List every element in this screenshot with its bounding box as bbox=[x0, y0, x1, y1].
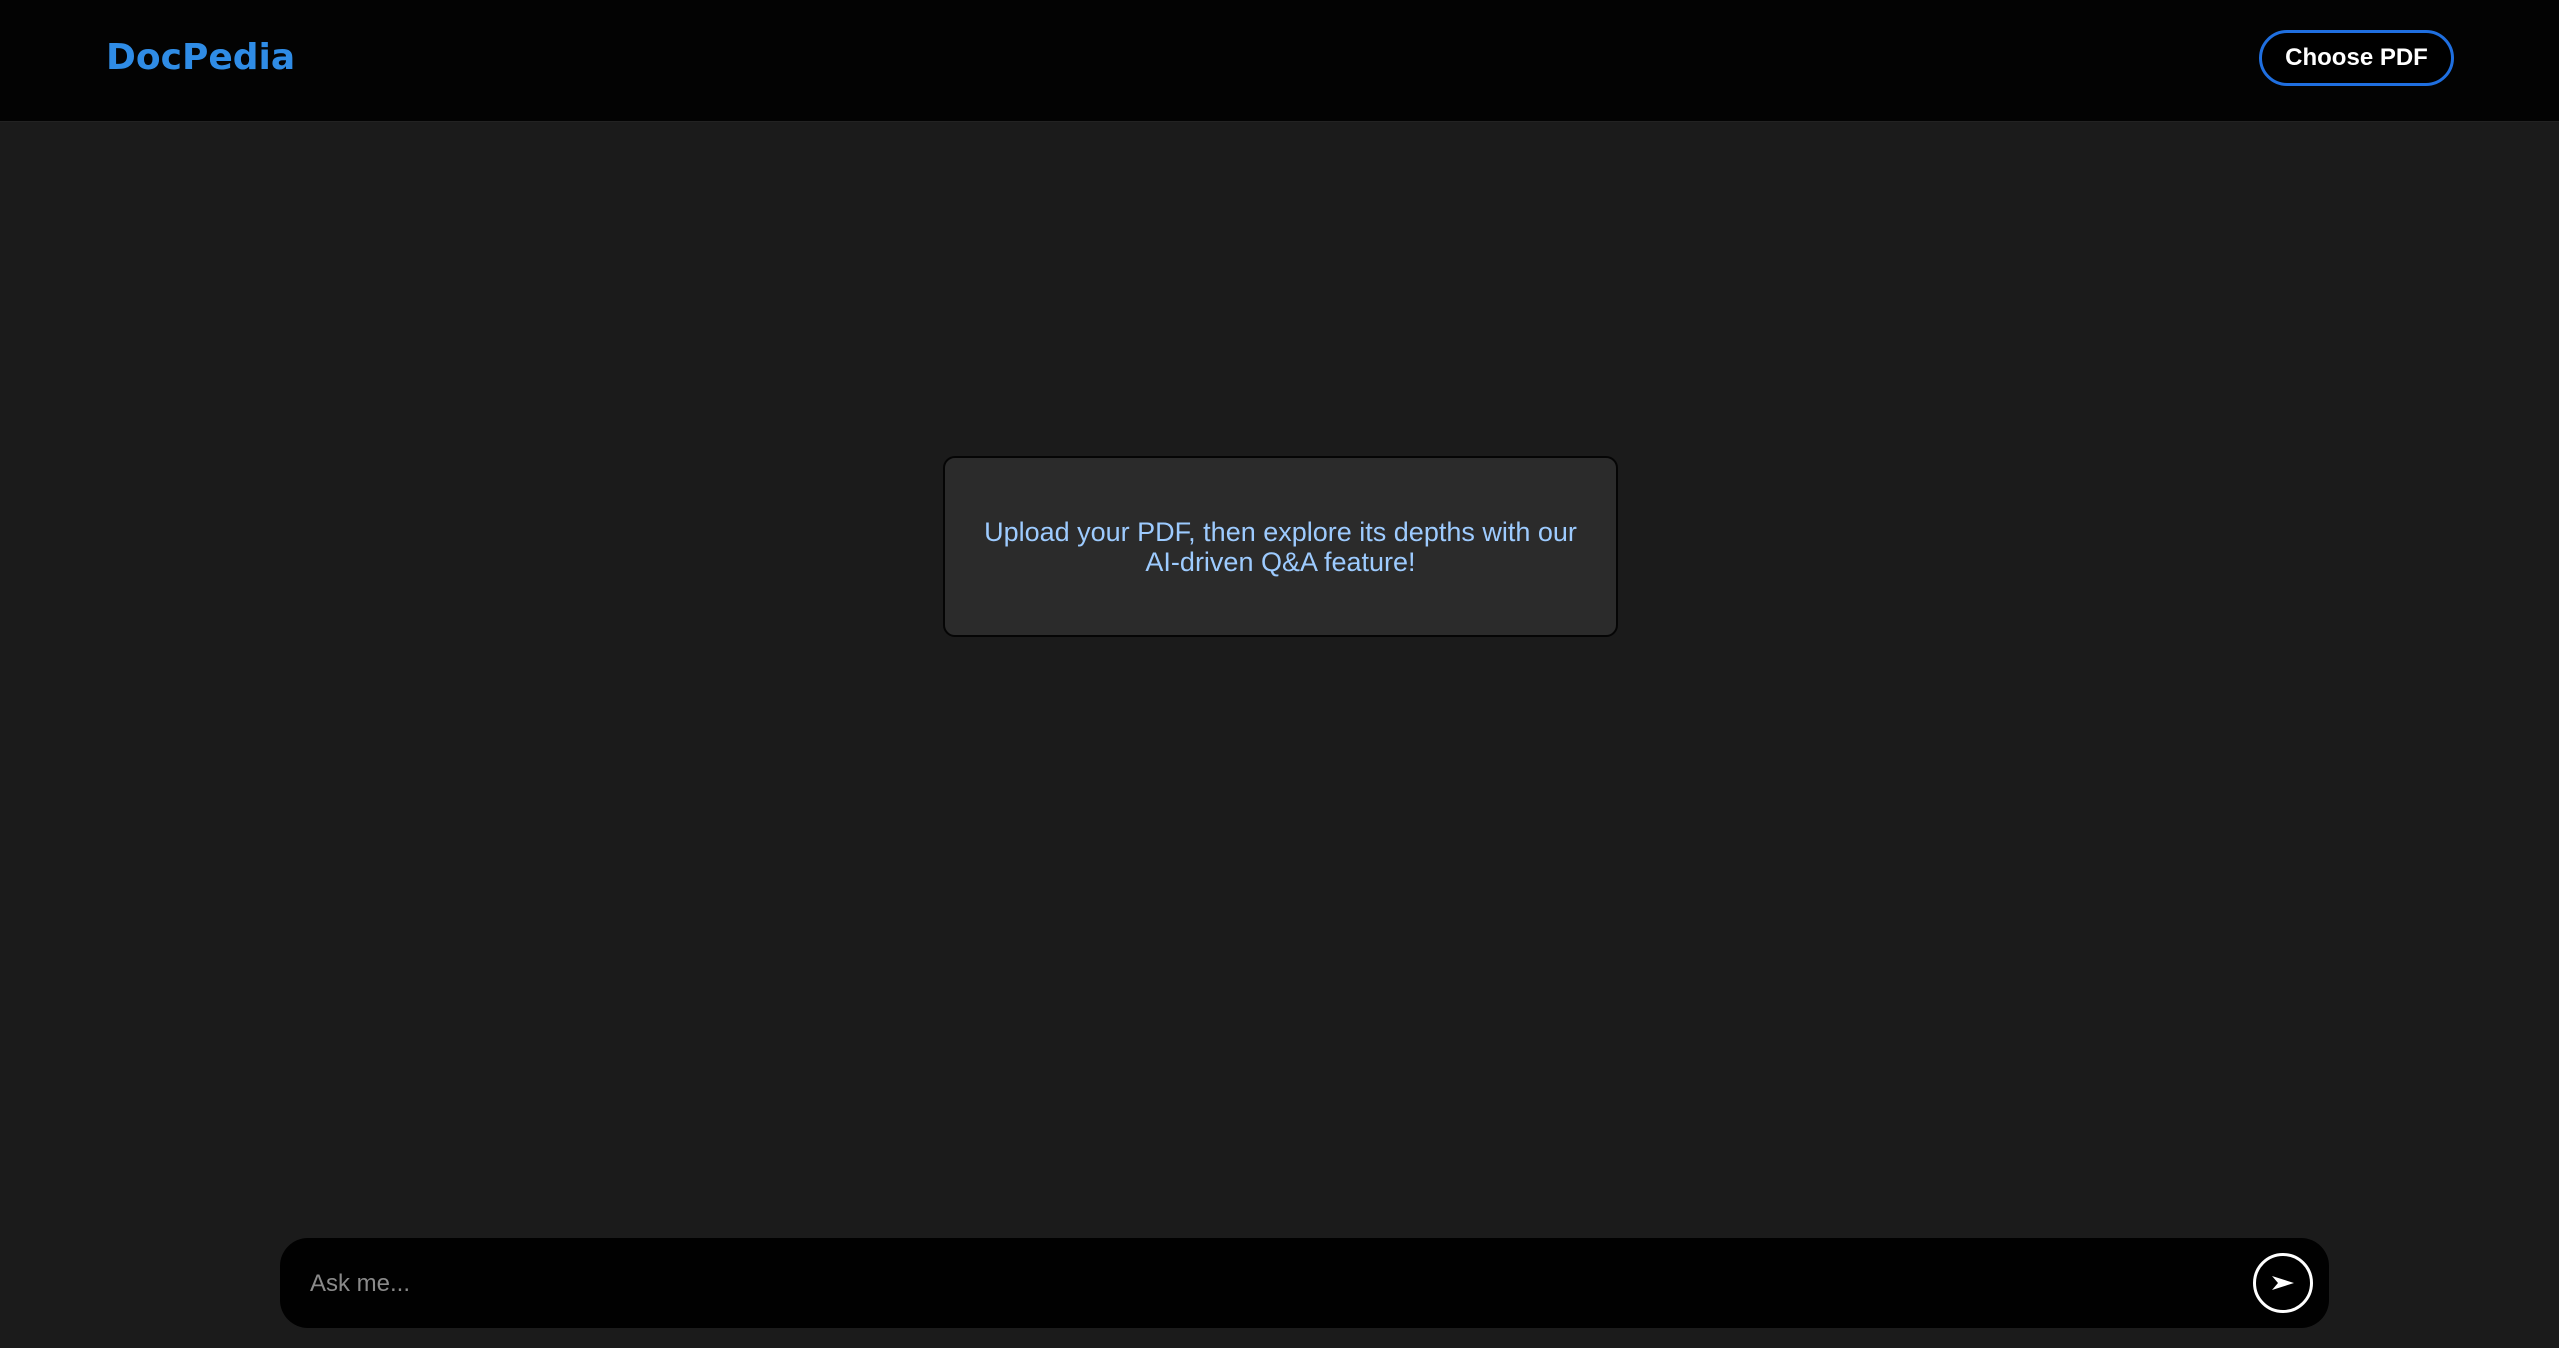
ask-bar bbox=[280, 1238, 2329, 1330]
brand-logo[interactable]: DocPedia bbox=[106, 37, 295, 78]
app-header: DocPedia Choose PDF bbox=[0, 0, 2559, 122]
ask-input[interactable] bbox=[308, 1238, 2212, 1330]
send-button[interactable] bbox=[2253, 1253, 2313, 1313]
upload-info-message: Upload your PDF, then explore its depths… bbox=[984, 516, 1577, 577]
send-arrow-icon bbox=[2272, 1276, 2294, 1290]
choose-pdf-button[interactable]: Choose PDF bbox=[2259, 30, 2454, 86]
upload-info-card: Upload your PDF, then explore its depths… bbox=[943, 456, 1618, 637]
